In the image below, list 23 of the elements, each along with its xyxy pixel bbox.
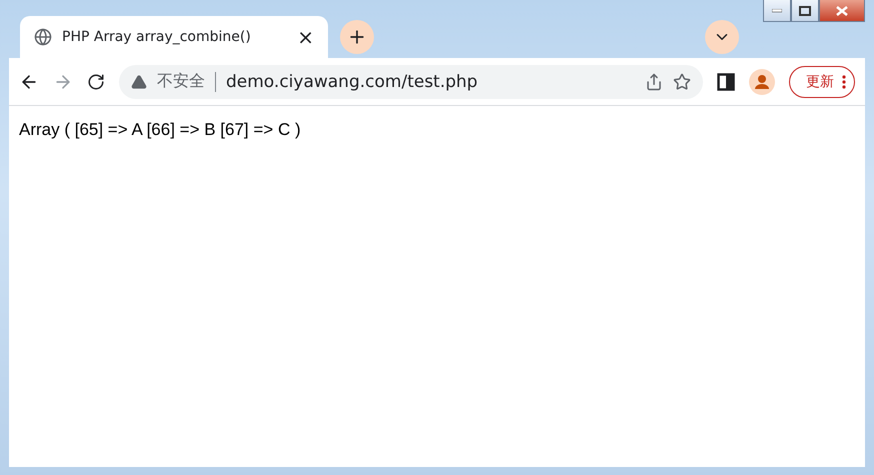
page-text: Array ( [65] => A [66] => B [67] => C ) [19,120,302,140]
address-bar[interactable]: 不安全 demo.ciyawang.com/test.php [119,64,703,98]
tab-title: PHP Array array_combine() [62,29,252,45]
more-menu-icon [842,74,846,88]
maximize-icon [799,6,811,16]
security-label: 不安全 [157,71,205,92]
close-window-button[interactable] [819,0,865,22]
globe-icon [34,28,52,46]
update-button[interactable]: 更新 [789,66,855,98]
browser-tab[interactable]: PHP Array array_combine() × [20,16,328,58]
maximize-button[interactable] [791,0,819,22]
close-tab-button[interactable]: × [297,25,314,49]
reload-button[interactable] [87,72,105,90]
side-panel-icon[interactable] [717,72,735,90]
profile-avatar[interactable] [749,68,775,94]
share-icon[interactable] [645,72,663,90]
minimize-button[interactable] [763,0,791,22]
bookmark-star-icon[interactable] [673,72,691,90]
url-text: demo.ciyawang.com/test.php [226,72,479,92]
warning-icon [131,74,147,90]
close-icon [836,6,848,16]
minimize-icon [772,8,782,12]
new-tab-button[interactable] [340,20,374,54]
